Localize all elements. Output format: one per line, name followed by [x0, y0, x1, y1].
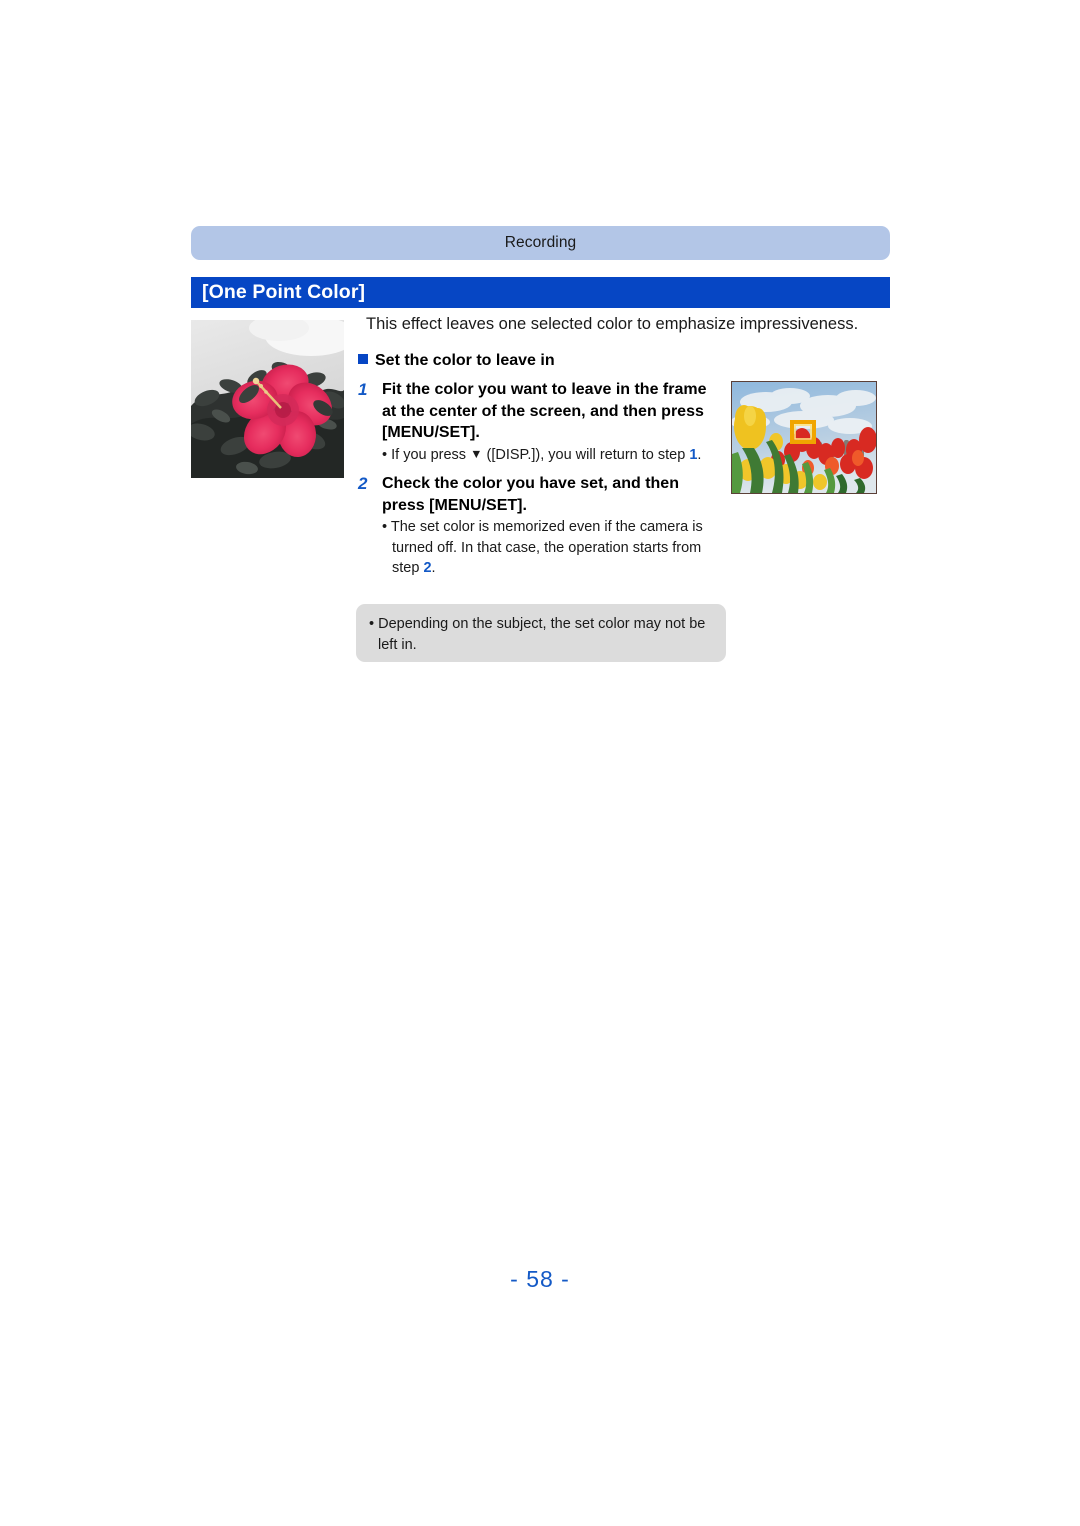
- page-title: [One Point Color]: [202, 281, 366, 303]
- step-1-note-post: .: [697, 446, 702, 463]
- note-box: • Depending on the subject, the set colo…: [356, 604, 726, 662]
- step-1-title: Fit the color you want to leave in the f…: [382, 381, 707, 441]
- step-2-note-post: .: [431, 560, 436, 576]
- step-2: 2 Check the color you have set, and then…: [358, 473, 723, 579]
- section-intro-text: This effect leaves one selected color to…: [366, 315, 859, 333]
- step-2-number: 2: [358, 474, 368, 493]
- step-2-note-ref: 2: [423, 560, 432, 576]
- step-1-note-pre: • If you press: [382, 446, 471, 463]
- section-title-bar: [One Point Color]: [191, 277, 890, 308]
- down-triangle-icon: ▼: [470, 446, 483, 461]
- tulips-af-frame-photo: [731, 381, 877, 494]
- step-1-note-mid: ([DISP.]), you will return to step: [482, 446, 690, 463]
- page-number: - 58 -: [510, 1266, 570, 1292]
- running-header-bar: Recording: [191, 226, 890, 260]
- running-header-label: Recording: [504, 234, 577, 251]
- step-1-number: 1: [358, 380, 368, 399]
- square-bullet-icon: [358, 354, 368, 364]
- sub-heading-label: Set the color to leave in: [375, 352, 555, 369]
- instructions-block: Set the color to leave in 1 Fit the colo…: [358, 352, 723, 580]
- step-1-note: • If you press ▼ ([DISP.]), you will ret…: [382, 445, 723, 466]
- hibiscus-partial-color-photo: [191, 320, 344, 478]
- tulips-photo-graphic: [732, 382, 876, 493]
- sub-heading: Set the color to leave in: [358, 352, 723, 370]
- hibiscus-photo-graphic: [191, 320, 344, 478]
- note-box-text: • Depending on the subject, the set colo…: [369, 616, 706, 653]
- step-2-note: • The set color is memorized even if the…: [382, 517, 723, 579]
- step-1: 1 Fit the color you want to leave in the…: [358, 379, 723, 465]
- step-2-title: Check the color you have set, and then p…: [382, 475, 679, 514]
